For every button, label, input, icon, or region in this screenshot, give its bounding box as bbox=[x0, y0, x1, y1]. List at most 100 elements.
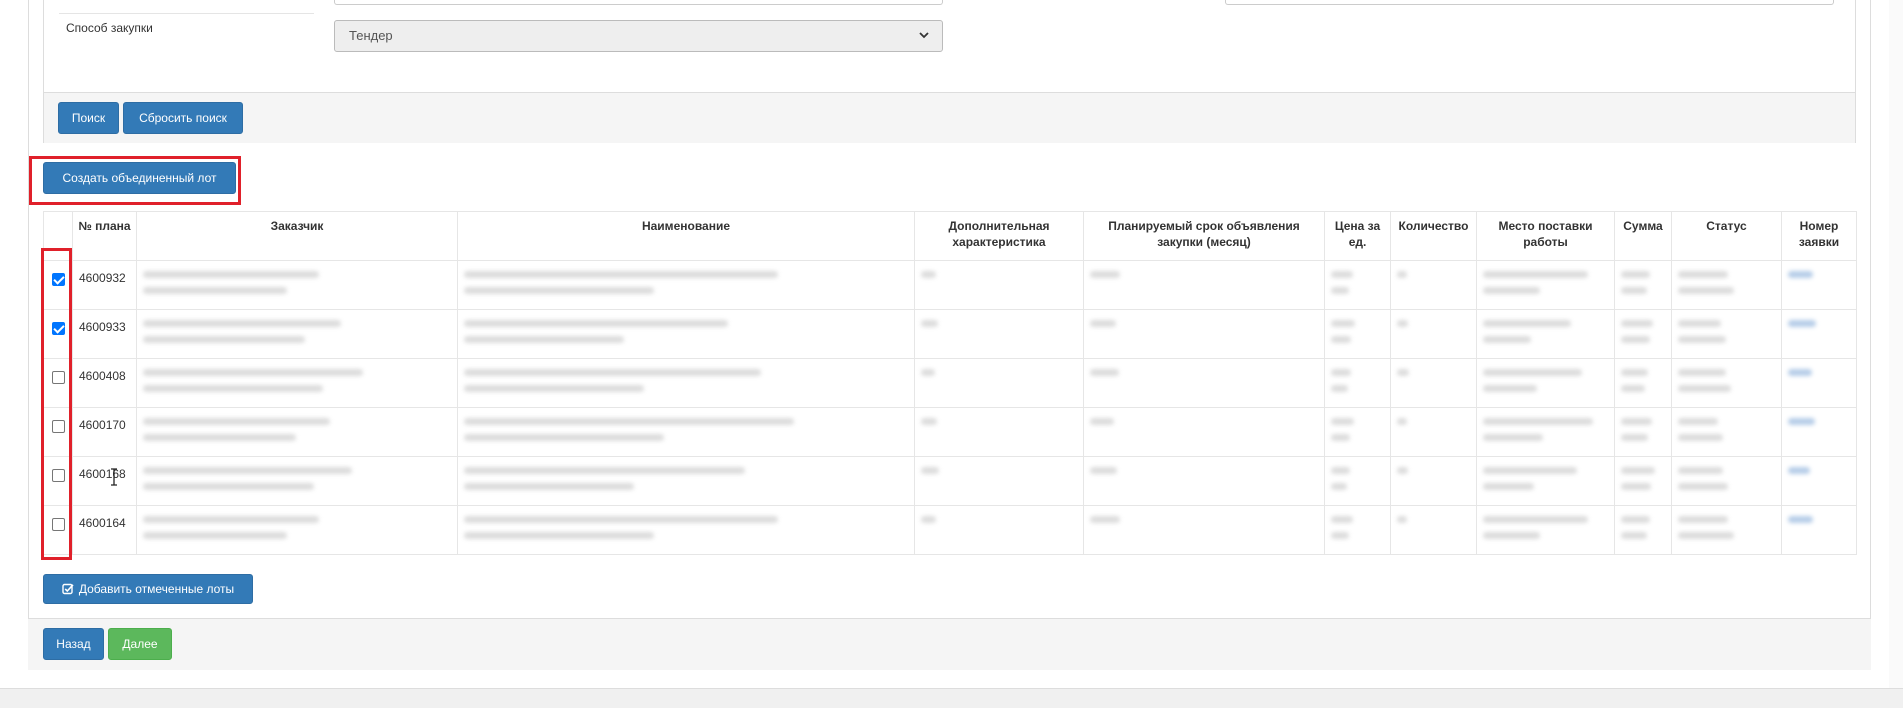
redacted-cell bbox=[1614, 309, 1672, 359]
upper-right-field-input[interactable] bbox=[1225, 0, 1834, 5]
next-button[interactable]: Далее bbox=[108, 628, 172, 660]
plan-number-cell: 4600170 bbox=[72, 407, 137, 457]
redacted-cell bbox=[1324, 505, 1391, 555]
redacted-text bbox=[1483, 418, 1593, 425]
redacted-text bbox=[1788, 369, 1812, 376]
create-merged-lot-button[interactable]: Создать объединенный лот bbox=[43, 162, 236, 194]
column-header[interactable]: Планируемый срок объявления закупки (мес… bbox=[1083, 211, 1325, 261]
column-header[interactable]: Цена за ед. bbox=[1324, 211, 1391, 261]
redacted-text bbox=[1331, 467, 1350, 474]
redacted-text bbox=[1331, 385, 1348, 392]
redacted-cell bbox=[1476, 456, 1615, 506]
redacted-text bbox=[1621, 483, 1651, 490]
redacted-cell bbox=[1671, 309, 1782, 359]
redacted-cell bbox=[914, 309, 1084, 359]
redacted-text bbox=[1331, 532, 1349, 539]
redacted-text bbox=[464, 483, 634, 490]
search-footer bbox=[44, 92, 1855, 143]
redacted-text bbox=[143, 516, 319, 523]
redacted-text bbox=[464, 516, 778, 523]
back-button[interactable]: Назад bbox=[43, 628, 104, 660]
redacted-text bbox=[1397, 516, 1407, 523]
table-row[interactable]: 4600408 bbox=[43, 358, 1857, 408]
redacted-text bbox=[1483, 434, 1543, 441]
add-checked-lots-label: Добавить отмеченные лоты bbox=[78, 582, 235, 596]
table-row[interactable]: 4600164 bbox=[43, 505, 1857, 555]
table-row[interactable]: 4600933 bbox=[43, 309, 1857, 359]
redacted-cell bbox=[136, 358, 458, 408]
redacted-text bbox=[1678, 271, 1728, 278]
redacted-text bbox=[143, 271, 319, 278]
redacted-text bbox=[1621, 532, 1647, 539]
table-row[interactable]: 4600932 bbox=[43, 260, 1857, 310]
redacted-cell[interactable] bbox=[1781, 407, 1857, 457]
column-header[interactable]: Дополнительная характеристика bbox=[914, 211, 1084, 261]
redacted-cell bbox=[1083, 456, 1325, 506]
column-header[interactable]: Заказчик bbox=[136, 211, 458, 261]
wizard-footer bbox=[28, 618, 1871, 670]
column-header[interactable]: Место поставки работы bbox=[1476, 211, 1615, 261]
page-bottom-bar bbox=[0, 688, 1903, 708]
redacted-text bbox=[464, 369, 761, 376]
redacted-text bbox=[1483, 287, 1540, 294]
redacted-cell bbox=[1083, 505, 1325, 555]
redacted-cell bbox=[1614, 358, 1672, 408]
column-header[interactable]: Количество bbox=[1390, 211, 1477, 261]
column-header[interactable]: Сумма bbox=[1614, 211, 1672, 261]
redacted-text bbox=[1331, 434, 1350, 441]
table-row[interactable]: 4600168 bbox=[43, 456, 1857, 506]
redacted-cell[interactable] bbox=[1781, 456, 1857, 506]
redacted-text bbox=[1788, 271, 1813, 278]
plan-number-cell: 4600408 bbox=[72, 358, 137, 408]
redacted-text bbox=[1678, 483, 1728, 490]
redacted-cell bbox=[457, 505, 915, 555]
redacted-text bbox=[143, 434, 296, 441]
redacted-cell[interactable] bbox=[1781, 358, 1857, 408]
redacted-cell bbox=[1614, 260, 1672, 310]
redacted-text bbox=[1397, 271, 1407, 278]
page-scrollbar[interactable] bbox=[1889, 0, 1903, 688]
redacted-text bbox=[1331, 516, 1353, 523]
redacted-text bbox=[143, 336, 305, 343]
redacted-text bbox=[1483, 271, 1588, 278]
redacted-text bbox=[921, 320, 938, 327]
reset-search-button[interactable]: Сбросить поиск bbox=[123, 102, 243, 134]
upper-field-input[interactable] bbox=[334, 0, 943, 5]
redacted-cell[interactable] bbox=[1781, 309, 1857, 359]
redacted-cell bbox=[457, 260, 915, 310]
chevron-down-icon bbox=[919, 32, 929, 39]
highlight-checkbox-column bbox=[41, 248, 72, 560]
add-checked-lots-button[interactable]: Добавить отмеченные лоты bbox=[43, 574, 253, 604]
column-header[interactable]: Номер заявки bbox=[1781, 211, 1857, 261]
redacted-cell bbox=[1671, 505, 1782, 555]
redacted-text bbox=[921, 467, 939, 474]
redacted-cell bbox=[1614, 407, 1672, 457]
redacted-cell bbox=[457, 407, 915, 457]
redacted-text bbox=[1621, 271, 1650, 278]
redacted-text bbox=[1090, 467, 1117, 474]
column-header[interactable]: № плана bbox=[72, 211, 137, 261]
column-header[interactable]: Статус bbox=[1671, 211, 1782, 261]
redacted-text bbox=[1090, 271, 1120, 278]
redacted-cell bbox=[1083, 358, 1325, 408]
redacted-text bbox=[464, 467, 745, 474]
redacted-text bbox=[1483, 516, 1588, 523]
redacted-cell bbox=[914, 505, 1084, 555]
redacted-cell bbox=[136, 309, 458, 359]
redacted-text bbox=[1678, 434, 1723, 441]
redacted-text bbox=[143, 532, 287, 539]
checkbox-checked-icon bbox=[62, 583, 74, 595]
search-button[interactable]: Поиск bbox=[58, 102, 119, 134]
procurement-method-select[interactable]: Тендер bbox=[334, 20, 943, 52]
column-header[interactable]: Наименование bbox=[457, 211, 915, 261]
redacted-text bbox=[1397, 467, 1408, 474]
redacted-cell bbox=[1614, 456, 1672, 506]
redacted-cell bbox=[1390, 505, 1477, 555]
redacted-cell bbox=[1671, 358, 1782, 408]
table-row[interactable]: 4600170 bbox=[43, 407, 1857, 457]
redacted-cell bbox=[1671, 260, 1782, 310]
redacted-text bbox=[1788, 467, 1810, 474]
redacted-cell[interactable] bbox=[1781, 505, 1857, 555]
redacted-cell[interactable] bbox=[1781, 260, 1857, 310]
redacted-text bbox=[1678, 532, 1734, 539]
